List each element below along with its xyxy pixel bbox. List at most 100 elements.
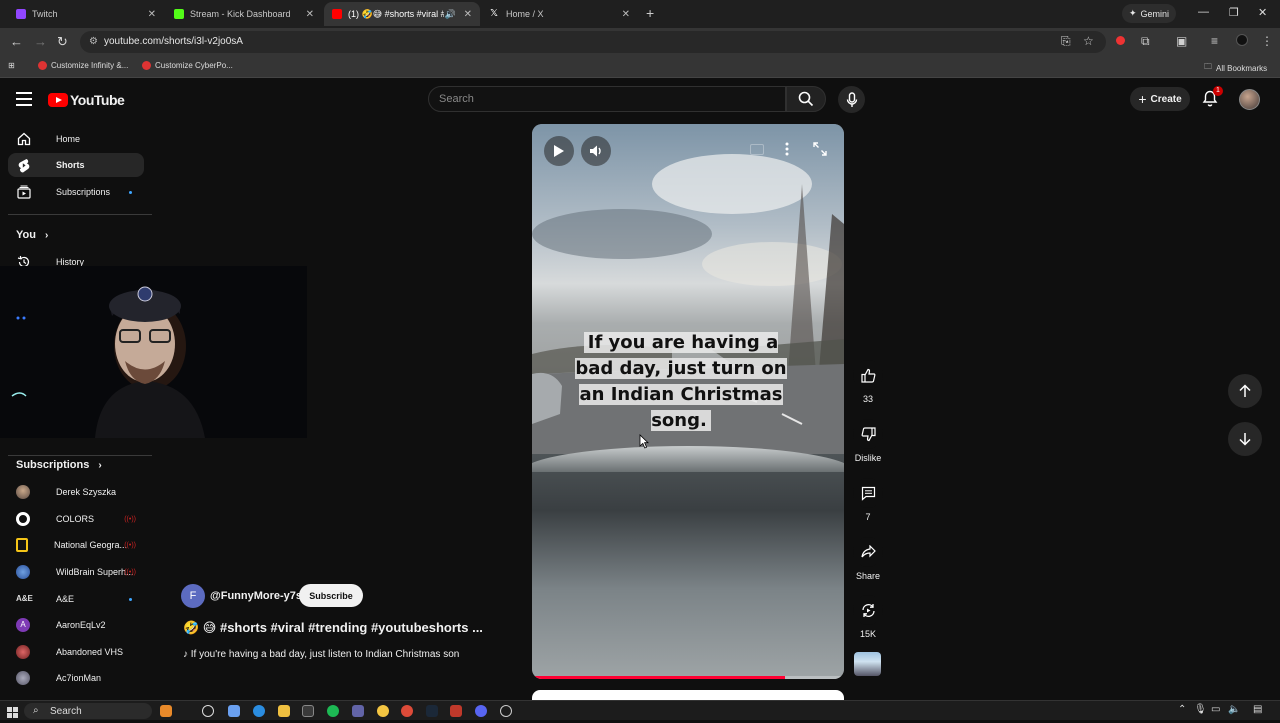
file-explorer-icon[interactable]: [278, 705, 290, 717]
subscription-item[interactable]: Derek Szyszka: [8, 480, 144, 504]
tab-close-icon[interactable]: ✕: [306, 9, 314, 20]
short-video-player[interactable]: If you are having a bad day, just turn o…: [532, 124, 844, 679]
tab-close-icon[interactable]: ✕: [622, 9, 630, 20]
taskbar-app-icon[interactable]: [450, 705, 462, 717]
taskbar-app-icon[interactable]: [500, 705, 512, 717]
steam-icon[interactable]: [426, 705, 438, 717]
more-options-icon[interactable]: [785, 142, 789, 161]
comments-button[interactable]: [853, 478, 883, 508]
edge-icon[interactable]: [253, 705, 265, 717]
profile-icon[interactable]: [1236, 34, 1248, 49]
tab-audio-icon[interactable]: 🔊: [445, 9, 456, 20]
sidebar-item-home[interactable]: Home: [8, 127, 144, 151]
volume-button[interactable]: [581, 136, 611, 166]
gemini-button[interactable]: ✦ Gemini: [1122, 4, 1176, 23]
url-text[interactable]: youtube.com/shorts/i3l-v2jo0sA: [104, 36, 243, 47]
remix-action[interactable]: 15K: [850, 595, 886, 639]
subscribe-button[interactable]: Subscribe: [299, 584, 363, 607]
extensions-puzzle-icon[interactable]: ⧉: [1141, 34, 1150, 49]
subscription-item[interactable]: A AaronEqLv2: [8, 613, 144, 637]
captions-icon[interactable]: [750, 142, 764, 160]
close-window-button[interactable]: ✕: [1258, 6, 1267, 19]
install-app-icon[interactable]: ⎘: [1061, 34, 1071, 49]
share-action[interactable]: Share: [850, 537, 886, 581]
media-controls-icon[interactable]: ≡: [1211, 34, 1218, 48]
side-panel-icon[interactable]: ▣: [1176, 34, 1187, 48]
forward-arrow-icon[interactable]: →: [34, 34, 47, 49]
tray-chevron-up-icon[interactable]: ⌃: [1178, 704, 1186, 715]
bookmark-star-icon[interactable]: ☆: [1083, 34, 1094, 48]
dislike-action[interactable]: Dislike: [850, 419, 886, 463]
network-icon[interactable]: ▭: [1211, 704, 1220, 715]
like-button[interactable]: [853, 360, 883, 390]
search-box[interactable]: [428, 86, 786, 112]
channel-avatar[interactable]: F: [181, 584, 205, 608]
like-action[interactable]: 33: [850, 360, 886, 404]
subscription-item[interactable]: WildBrain Superh... ((•)): [8, 560, 144, 584]
you-section-header[interactable]: You ›: [16, 229, 48, 241]
sidebar-item-shorts[interactable]: Shorts: [8, 153, 144, 177]
search-input[interactable]: [439, 93, 759, 105]
apps-grid-icon[interactable]: ⊞: [8, 61, 15, 70]
tab-x[interactable]: 𝕏 Home / X ✕: [482, 2, 638, 26]
windows-start-icon[interactable]: [7, 705, 18, 723]
subscription-item[interactable]: Ac7ionMan: [8, 666, 144, 690]
create-button[interactable]: + Create: [1130, 87, 1190, 111]
spotify-icon[interactable]: [327, 705, 339, 717]
account-avatar[interactable]: [1239, 89, 1260, 110]
restore-button[interactable]: ❐: [1229, 6, 1239, 19]
remix-button[interactable]: [853, 595, 883, 625]
tab-kick[interactable]: Stream - Kick Dashboard ✕: [166, 2, 322, 26]
subscription-item[interactable]: National Geogra... ((•)): [8, 533, 144, 557]
tab-youtube-short[interactable]: (1) 🤣😅 #shorts #viral #tr 🔊 ✕: [324, 2, 480, 26]
chrome-menu-icon[interactable]: ⋮: [1261, 34, 1273, 48]
subscription-item[interactable]: A&E A&E: [8, 587, 144, 611]
reload-icon[interactable]: ↻: [57, 34, 68, 50]
short-sound-link[interactable]: ♪ If you're having a bad day, just liste…: [183, 649, 459, 660]
discord-icon[interactable]: [475, 705, 487, 717]
share-button[interactable]: [853, 537, 883, 567]
taskbar-app-icon[interactable]: [377, 705, 389, 717]
tab-twitch[interactable]: Twitch ✕: [8, 2, 164, 26]
all-bookmarks-button[interactable]: 🗀 All Bookmarks: [1204, 61, 1267, 75]
taskbar-search[interactable]: ⌕ Search: [24, 703, 152, 719]
teams-icon[interactable]: [352, 705, 364, 717]
store-icon[interactable]: [302, 705, 314, 717]
channel-name[interactable]: @FunnyMore-y7s: [210, 590, 302, 602]
play-button[interactable]: [544, 136, 574, 166]
next-short-button[interactable]: [1228, 422, 1262, 456]
task-view-icon[interactable]: [202, 705, 214, 717]
next-short-card[interactable]: [532, 690, 844, 700]
tab-close-icon[interactable]: ✕: [148, 9, 156, 20]
dislike-button[interactable]: [853, 419, 883, 449]
voice-search-button[interactable]: [838, 86, 865, 113]
tab-close-icon[interactable]: ✕: [464, 9, 472, 20]
sound-thumbnail[interactable]: [854, 652, 881, 676]
extension-red-icon[interactable]: [1116, 34, 1125, 48]
new-tab-button[interactable]: +: [646, 5, 654, 21]
address-bar[interactable]: ⚙ youtube.com/shorts/i3l-v2jo0sA: [80, 31, 1106, 53]
subscription-item[interactable]: Abandoned VHS: [8, 640, 144, 664]
subscriptions-section-header[interactable]: Subscriptions ›: [16, 459, 102, 471]
back-arrow-icon[interactable]: ←: [10, 34, 23, 49]
notification-center-icon[interactable]: ▤: [1253, 704, 1262, 715]
fullscreen-icon[interactable]: [813, 142, 827, 161]
speaker-icon[interactable]: 🔈: [1228, 704, 1240, 715]
subscription-item[interactable]: COLORS ((•)): [8, 507, 144, 531]
bookmark-item[interactable]: Customize Infinity &...: [38, 61, 128, 70]
taskbar-widget-icon[interactable]: [160, 705, 172, 717]
previous-short-button[interactable]: [1228, 374, 1262, 408]
youtube-logo[interactable]: YouTube: [48, 92, 125, 108]
comments-action[interactable]: 7: [850, 478, 886, 522]
search-button[interactable]: [786, 86, 826, 112]
chrome-icon[interactable]: [401, 705, 413, 717]
short-title[interactable]: 🤣 😅 #shorts #viral #trending #youtubesho…: [183, 620, 483, 636]
minimize-button[interactable]: —: [1198, 6, 1209, 18]
microphone-tray-icon[interactable]: 🎙: [1194, 704, 1207, 715]
hamburger-menu-icon[interactable]: [16, 92, 32, 106]
sidebar-item-subscriptions[interactable]: Subscriptions: [8, 180, 144, 204]
video-progress-bar[interactable]: [532, 676, 844, 679]
taskbar-app-icon[interactable]: [228, 705, 240, 717]
bookmark-item[interactable]: Customize CyberPo...: [142, 61, 233, 70]
site-info-icon[interactable]: ⚙: [89, 36, 98, 47]
